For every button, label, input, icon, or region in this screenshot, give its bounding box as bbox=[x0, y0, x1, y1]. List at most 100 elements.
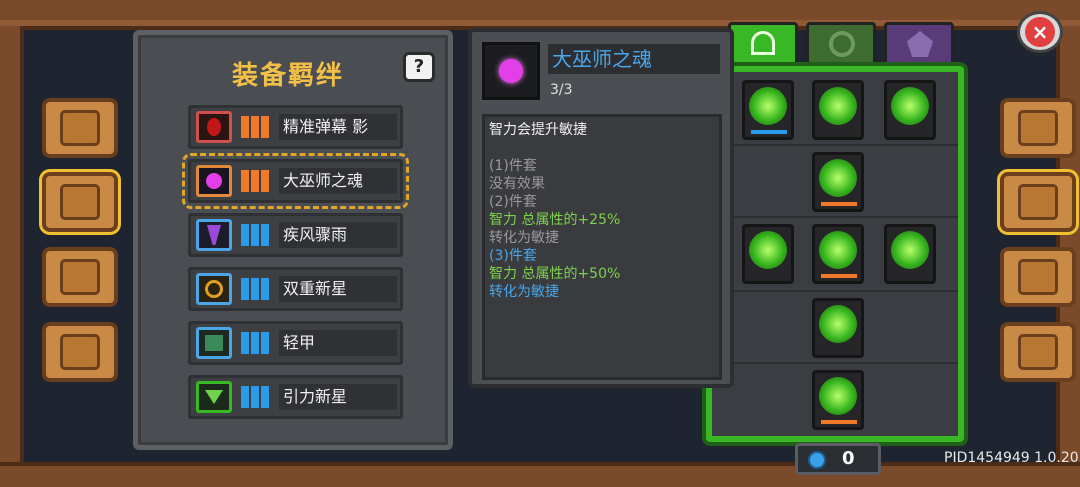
target-skill-icon bbox=[749, 87, 787, 125]
set-row-4[interactable]: 双重新星 bbox=[188, 267, 403, 311]
helmet-icon bbox=[60, 334, 100, 370]
set-bars bbox=[241, 332, 271, 354]
set-label: 双重新星 bbox=[279, 276, 397, 302]
side-tab-character[interactable] bbox=[1000, 98, 1076, 158]
tech-skill-icon bbox=[819, 377, 857, 415]
set-label: 轻甲 bbox=[279, 330, 397, 356]
desc-line: 转化为敏捷 bbox=[489, 284, 559, 300]
bow-icon bbox=[751, 31, 775, 55]
book-icon bbox=[60, 110, 100, 146]
helmet-icon bbox=[1018, 110, 1058, 146]
skill-tree-panel bbox=[702, 62, 968, 446]
skill-node-9[interactable] bbox=[812, 370, 864, 430]
scroll-icon bbox=[60, 184, 100, 220]
heal-skill-icon bbox=[891, 87, 929, 125]
gear-icon bbox=[1018, 334, 1058, 370]
close-icon: × bbox=[1025, 17, 1055, 47]
equipment-set-panel: 装备羁绊 ? 精准弹幕 影 大巫师之魂 疾风骤雨 双重新星 轻甲 引力新星 bbox=[133, 30, 453, 450]
side-tab-helmet[interactable] bbox=[42, 322, 118, 382]
set-bars bbox=[241, 386, 271, 408]
set-row-5[interactable]: 轻甲 bbox=[188, 321, 403, 365]
desc-line: 智力会提升敏捷 bbox=[489, 122, 587, 138]
swirl-skill-icon bbox=[819, 87, 857, 125]
gravity-icon bbox=[196, 381, 232, 413]
crest-icon bbox=[907, 31, 933, 57]
side-tab-compass[interactable] bbox=[1000, 247, 1076, 307]
gem-icon bbox=[808, 451, 826, 469]
currency-display: 0 bbox=[795, 443, 881, 475]
desc-line: 没有效果 bbox=[489, 176, 545, 192]
set-label: 精准弹幕 影 bbox=[279, 114, 397, 140]
set-label: 疾风骤雨 bbox=[279, 222, 397, 248]
skill-level-pips bbox=[821, 274, 857, 278]
tab-crest[interactable] bbox=[884, 22, 954, 66]
wood-border-left bbox=[0, 26, 24, 466]
desc-line: 智力 总属性的+25% bbox=[489, 212, 621, 228]
wood-border-right bbox=[1056, 26, 1080, 466]
skill-tree-grid bbox=[712, 72, 958, 436]
slash-skill-icon bbox=[819, 305, 857, 343]
help-button[interactable]: ? bbox=[403, 52, 435, 82]
tab-ring[interactable] bbox=[806, 22, 876, 66]
armor-icon bbox=[196, 327, 232, 359]
skill-level-pips bbox=[821, 420, 857, 424]
close-button[interactable]: × bbox=[1017, 11, 1063, 53]
skill-node-5[interactable] bbox=[742, 224, 794, 284]
skill-level-pips bbox=[751, 130, 787, 134]
side-tab-book[interactable] bbox=[42, 98, 118, 158]
purple-soul-icon bbox=[482, 42, 540, 100]
upgrade-sword-icon bbox=[1018, 184, 1058, 220]
purple-soul-icon bbox=[196, 165, 232, 197]
set-bars bbox=[241, 170, 271, 192]
currency-amount: 0 bbox=[842, 448, 855, 469]
set-detail-popup: 大巫师之魂 3/3 智力会提升敏捷 (1)件套 没有效果 (2)件套 智力 总属… bbox=[468, 28, 734, 388]
ring-icon bbox=[829, 31, 855, 57]
desc-line: (3)件套 bbox=[489, 248, 537, 264]
panel-title: 装备羁绊 bbox=[231, 61, 344, 91]
version-label: PID1454949 1.0.20 bbox=[944, 450, 1079, 466]
side-tab-upgrade[interactable] bbox=[997, 169, 1079, 235]
skill-node-8[interactable] bbox=[812, 298, 864, 358]
set-label: 大巫师之魂 bbox=[279, 168, 397, 194]
skill-node-6[interactable] bbox=[812, 224, 864, 284]
set-description: 智力会提升敏捷 (1)件套 没有效果 (2)件套 智力 总属性的+25% 转化为… bbox=[482, 114, 722, 380]
skill-node-1[interactable] bbox=[742, 80, 794, 140]
set-row-6[interactable]: 引力新星 bbox=[188, 375, 403, 419]
desc-gap bbox=[489, 139, 715, 157]
skill-node-3[interactable] bbox=[884, 80, 936, 140]
up-arrow-skill-icon bbox=[819, 231, 857, 269]
side-tab-stones[interactable] bbox=[42, 247, 118, 307]
desc-line: 转化为敏捷 bbox=[489, 230, 559, 246]
set-row-2[interactable]: 大巫师之魂 bbox=[182, 153, 409, 209]
impact-skill-icon bbox=[819, 159, 857, 197]
double-ring-icon bbox=[196, 273, 232, 305]
stones-icon bbox=[60, 259, 100, 295]
set-bars bbox=[241, 224, 271, 246]
wood-border-bottom bbox=[0, 462, 1080, 487]
skill-node-2[interactable] bbox=[812, 80, 864, 140]
tree-divider bbox=[712, 144, 958, 146]
dash-skill-icon bbox=[749, 231, 787, 269]
set-row-1[interactable]: 精准弹幕 影 bbox=[188, 105, 403, 149]
tornado-icon bbox=[196, 219, 232, 251]
skill-node-7[interactable] bbox=[884, 224, 936, 284]
side-tab-settings[interactable] bbox=[1000, 322, 1076, 382]
side-tab-scroll[interactable] bbox=[39, 169, 121, 235]
desc-line: 智力 总属性的+50% bbox=[489, 266, 621, 282]
tree-divider bbox=[712, 362, 958, 364]
set-count: 3/3 bbox=[550, 82, 573, 98]
skill-level-pips bbox=[821, 202, 857, 206]
set-bars bbox=[241, 278, 271, 300]
desc-line: (1)件套 bbox=[489, 158, 537, 174]
skill-node-4[interactable] bbox=[812, 152, 864, 212]
shadow-flame-icon bbox=[196, 111, 232, 143]
set-label: 引力新星 bbox=[279, 384, 397, 410]
set-name: 大巫师之魂 bbox=[548, 44, 720, 74]
set-row-3[interactable]: 疾风骤雨 bbox=[188, 213, 403, 257]
desc-line: (2)件套 bbox=[489, 194, 537, 210]
shield-skill-icon bbox=[891, 231, 929, 269]
tree-divider bbox=[712, 290, 958, 292]
tree-divider bbox=[712, 216, 958, 218]
tab-bow[interactable] bbox=[728, 22, 798, 66]
compass-icon bbox=[1018, 259, 1058, 295]
